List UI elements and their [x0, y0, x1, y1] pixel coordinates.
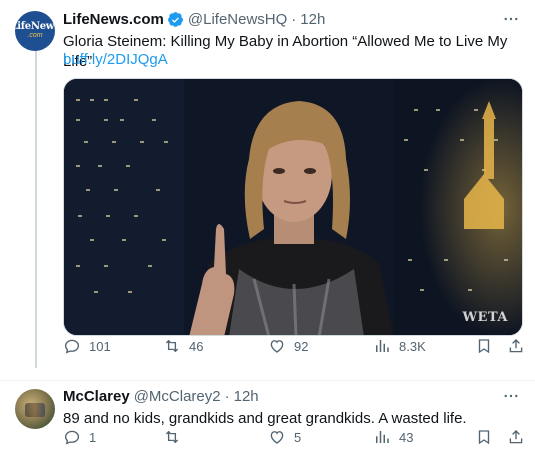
- timestamp[interactable]: 12h: [300, 11, 325, 28]
- views-count: 8.3K: [399, 338, 426, 354]
- tweet-header: LifeNews.com @LifeNewsHQ · 12h: [63, 11, 325, 28]
- avatar[interactable]: LifeNews .com: [15, 11, 55, 51]
- retweet-icon: [165, 430, 179, 444]
- share-icon: [509, 339, 523, 353]
- reply-button[interactable]: 101: [63, 337, 111, 355]
- views-count: 43: [399, 429, 414, 445]
- reply-count: 1: [89, 429, 97, 445]
- avatar[interactable]: [15, 389, 55, 429]
- share-button[interactable]: [507, 337, 525, 355]
- timestamp[interactable]: 12h: [234, 388, 259, 405]
- analytics-icon: [376, 340, 389, 352]
- author-name[interactable]: LifeNews.com: [63, 11, 164, 28]
- reply-icon: [64, 430, 80, 445]
- like-count: 5: [294, 429, 302, 445]
- retweet-button[interactable]: [163, 428, 189, 446]
- reply-count: 101: [89, 338, 111, 354]
- bookmark-button[interactable]: [475, 428, 493, 446]
- tweet-video-thumbnail[interactable]: WETA: [63, 78, 523, 336]
- reply-button[interactable]: 1: [63, 428, 96, 446]
- tweet-text: 89 and no kids, grandkids and great gran…: [63, 410, 467, 427]
- like-button[interactable]: 5: [268, 428, 301, 446]
- like-button[interactable]: 92: [268, 337, 308, 355]
- bookmark-icon: [478, 339, 490, 354]
- city-night-scene-image: [64, 79, 522, 335]
- bookmark-button[interactable]: [475, 337, 493, 355]
- views-button[interactable]: 43: [373, 428, 413, 446]
- tweet-header: McClarey @McClarey2 · 12h: [63, 388, 259, 405]
- more-options-icon[interactable]: [501, 386, 521, 406]
- share-button[interactable]: [507, 428, 525, 446]
- tweet-link[interactable]: buff.ly/2DIJQgA: [63, 51, 168, 68]
- separator-dot: ·: [291, 11, 297, 28]
- separator-dot: ·: [224, 388, 230, 405]
- retweet-button[interactable]: 46: [163, 337, 203, 355]
- heart-icon: [270, 340, 284, 353]
- retweet-count: 46: [189, 338, 204, 354]
- tweet[interactable]: LifeNews .com LifeNews.com @LifeNewsHQ ·…: [0, 0, 535, 378]
- avatar-logo-suffix: .com: [27, 32, 43, 39]
- like-count: 92: [294, 338, 309, 354]
- author-handle[interactable]: @McClarey2: [134, 388, 221, 405]
- bookmark-icon: [478, 430, 490, 445]
- heart-icon: [270, 431, 284, 444]
- more-options-icon[interactable]: [501, 9, 521, 29]
- avatar-logo-text: LifeNews: [15, 21, 55, 32]
- share-icon: [509, 430, 523, 444]
- reply-tweet[interactable]: McClarey @McClarey2 · 12h 89 and no kids…: [0, 380, 535, 474]
- author-handle[interactable]: @LifeNewsHQ: [188, 11, 287, 28]
- media-watermark: WETA: [462, 310, 508, 325]
- analytics-icon: [376, 431, 389, 443]
- reply-icon: [64, 339, 80, 354]
- author-name[interactable]: McClarey: [63, 388, 130, 405]
- retweet-icon: [165, 339, 179, 353]
- views-button[interactable]: 8.3K: [373, 337, 426, 355]
- verified-badge-icon: [167, 11, 184, 28]
